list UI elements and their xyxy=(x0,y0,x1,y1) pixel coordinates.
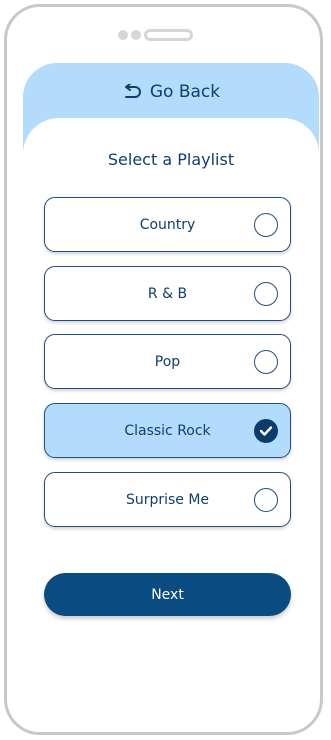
radio-unchecked-icon[interactable] xyxy=(254,281,278,306)
playlist-option-country[interactable]: Country xyxy=(44,197,291,252)
status-pill xyxy=(144,29,193,41)
radio-checked-icon[interactable] xyxy=(254,418,278,443)
option-label: Classic Rock xyxy=(124,422,211,439)
radio-unchecked-icon[interactable] xyxy=(254,212,278,237)
go-back-label: Go Back xyxy=(149,82,221,102)
option-label: Pop xyxy=(154,353,181,370)
undo-arrow-icon xyxy=(122,84,142,100)
playlist-option-surprise-me[interactable]: Surprise Me xyxy=(44,472,291,527)
page-title: Select a Playlist xyxy=(107,150,235,169)
playlist-option-classic-rock[interactable]: Classic Rock xyxy=(44,403,291,458)
next-button[interactable]: Next xyxy=(44,573,291,616)
option-label: Surprise Me xyxy=(125,491,210,508)
radio-unchecked-icon[interactable] xyxy=(254,349,278,374)
playlist-option-pop[interactable]: Pop xyxy=(44,334,291,389)
option-label: Country xyxy=(139,216,196,233)
status-dot xyxy=(131,30,141,40)
phone-frame: Go Back Select a Playlist Country R & B … xyxy=(4,4,323,735)
go-back-button[interactable]: Go Back xyxy=(23,77,319,107)
playlist-option-rnb[interactable]: R & B xyxy=(44,266,291,321)
radio-unchecked-icon[interactable] xyxy=(254,487,278,512)
status-dot xyxy=(118,30,128,40)
option-label: R & B xyxy=(147,285,188,302)
